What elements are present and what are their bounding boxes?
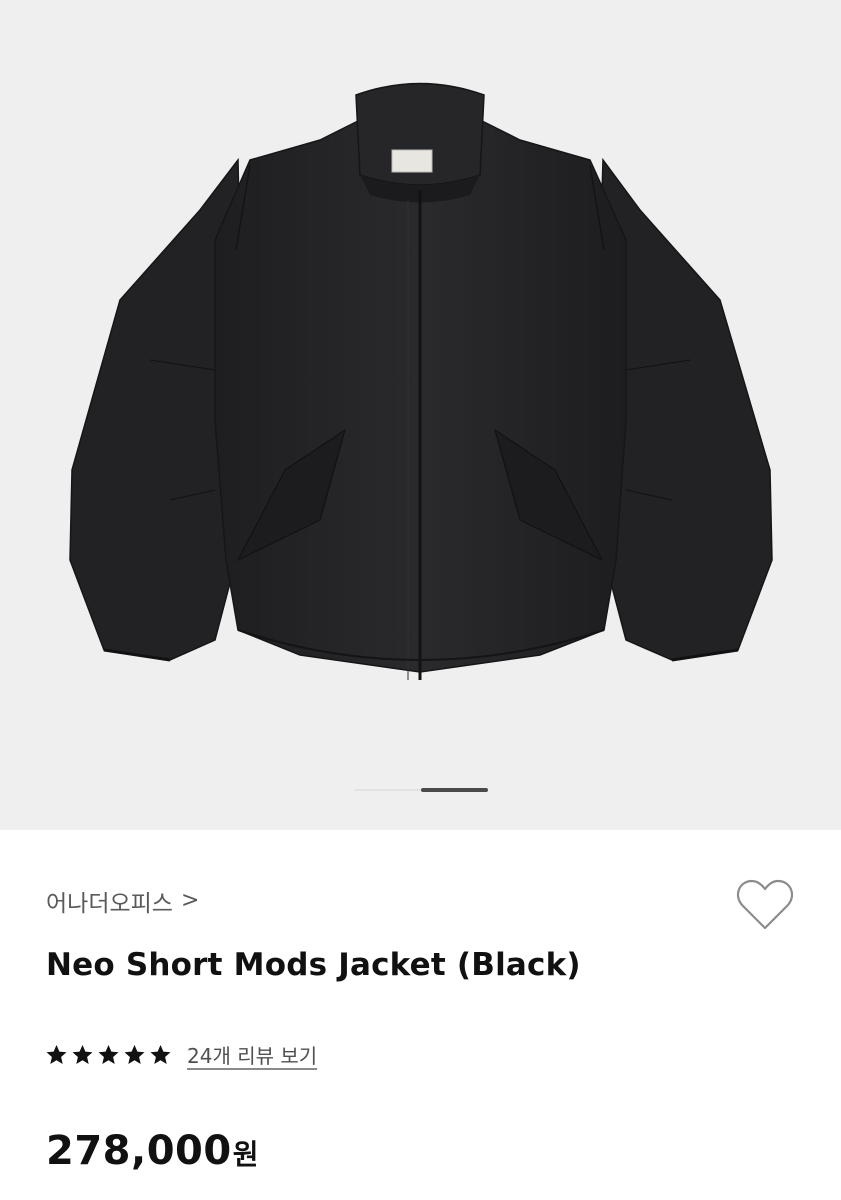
product-image-carousel[interactable] xyxy=(0,0,841,830)
heart-icon xyxy=(736,879,794,930)
star-icon xyxy=(124,1044,145,1064)
product-price: 278,000 원 xyxy=(46,1128,258,1174)
brand-link[interactable]: 어나더오피스 > xyxy=(46,884,199,918)
product-detail-page: 어나더오피스 > Neo Short Mods Jacket (Black) 2… xyxy=(0,0,841,1200)
product-photo xyxy=(69,82,773,680)
indicator-active-thumb xyxy=(421,788,488,792)
price-amount: 278,000 xyxy=(46,1128,232,1174)
star-icon xyxy=(150,1044,171,1064)
brand-name: 어나더오피스 xyxy=(46,891,173,917)
star-icon xyxy=(98,1044,119,1064)
star-icon xyxy=(46,1044,67,1064)
price-currency: 원 xyxy=(232,1138,259,1171)
star-rating xyxy=(44,1043,173,1067)
chevron-right-icon: > xyxy=(180,888,200,913)
star-icon xyxy=(72,1044,93,1064)
review-link[interactable]: 24개 리뷰 보기 xyxy=(187,1040,317,1069)
rating-row: 24개 리뷰 보기 xyxy=(44,1040,317,1069)
wishlist-button[interactable] xyxy=(735,878,795,932)
carousel-page-indicator xyxy=(354,788,488,792)
product-title: Neo Short Mods Jacket (Black) xyxy=(46,947,581,983)
